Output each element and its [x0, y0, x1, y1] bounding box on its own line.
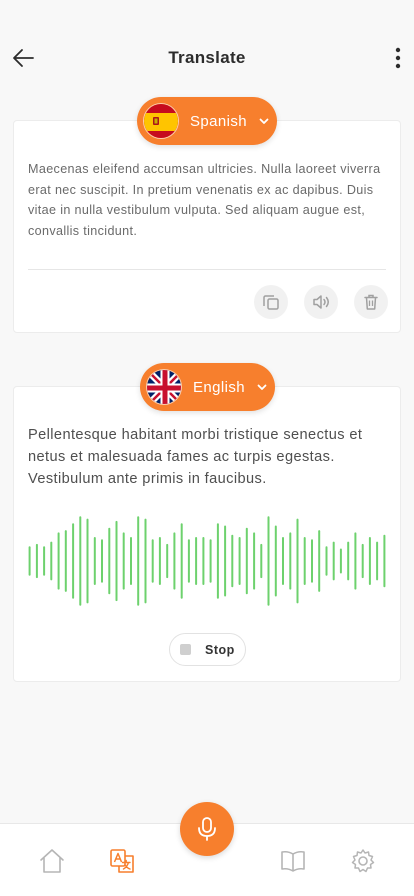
- stop-label: Stop: [205, 642, 235, 657]
- nav-library[interactable]: [278, 846, 308, 876]
- stop-button[interactable]: Stop: [169, 633, 246, 666]
- target-language-label: English: [193, 378, 245, 396]
- target-language-selector[interactable]: English: [140, 363, 275, 411]
- delete-button[interactable]: [354, 285, 388, 319]
- uk-flag-icon: [146, 369, 182, 405]
- speak-button[interactable]: [304, 285, 338, 319]
- chevron-down-icon: [256, 381, 268, 393]
- more-vertical-icon: [395, 47, 401, 69]
- home-icon: [40, 849, 64, 873]
- nav-translate[interactable]: [107, 846, 137, 876]
- settings-icon: [351, 849, 375, 873]
- translate-icon: [110, 849, 134, 873]
- more-options-button[interactable]: [390, 44, 406, 72]
- speaker-icon: [313, 295, 329, 309]
- book-icon: [281, 850, 305, 872]
- translated-text: Pellentesque habitant morbi tristique se…: [28, 427, 363, 487]
- copy-button[interactable]: [254, 285, 288, 319]
- microphone-button[interactable]: [180, 802, 234, 856]
- stop-icon: [180, 644, 191, 655]
- divider: [28, 269, 386, 270]
- copy-icon: [263, 295, 279, 310]
- nav-settings[interactable]: [348, 846, 378, 876]
- nav-home[interactable]: [37, 846, 67, 876]
- source-text-card: Maecenas eleifend accumsan ultricies. Nu…: [13, 120, 401, 333]
- trash-icon: [364, 294, 378, 310]
- source-language-label: Spanish: [190, 112, 248, 130]
- audio-waveform: [28, 516, 386, 606]
- source-actions: [254, 285, 388, 319]
- microphone-icon: [198, 817, 216, 841]
- source-language-selector[interactable]: Spanish: [137, 97, 277, 145]
- chevron-down-icon: [258, 115, 270, 127]
- page-title: Translate: [168, 48, 246, 67]
- spain-flag-icon: [143, 103, 179, 139]
- translation-card: Pellentesque habitant morbi tristique se…: [13, 386, 401, 682]
- source-text: Maecenas eleifend accumsan ultricies. Nu…: [28, 162, 381, 238]
